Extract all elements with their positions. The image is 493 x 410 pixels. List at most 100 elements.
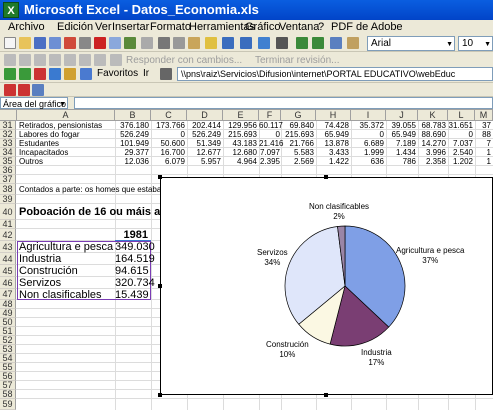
favorites-button[interactable]: Favoritos [97,68,138,79]
reviewing-icon[interactable] [4,54,16,66]
formula-input[interactable] [74,97,493,109]
autosum-icon[interactable] [276,37,288,49]
permission-icon[interactable] [49,37,61,49]
column-header[interactable]: H [316,110,351,121]
label-construcion: Construción 10% [266,340,309,359]
font-select[interactable]: Arial ▼ [367,36,455,51]
name-box[interactable]: Área del gráfico ▼ [0,97,68,109]
column-header[interactable]: C [151,110,187,121]
chart-area[interactable]: Non clasificables 2% Agricultura e pesca 3… [160,177,493,395]
font-size-select[interactable]: 10 ▼ [458,36,493,51]
show-comment-icon[interactable] [49,54,61,66]
row-label: Labores do fogar [19,130,80,139]
column-header[interactable]: G [281,110,316,121]
reply-with-changes-button[interactable]: Responder con cambios... [126,55,242,66]
row-header[interactable]: 58 [0,390,16,399]
sort-ascending-icon[interactable] [296,37,308,49]
print-icon[interactable] [79,37,91,49]
prev-comment-icon[interactable] [34,54,46,66]
send-review-icon[interactable] [110,54,122,66]
next-comment-icon[interactable] [19,54,31,66]
show-web-toolbar-icon[interactable] [160,68,172,80]
column-header[interactable]: M [475,110,493,121]
search-web-icon[interactable] [80,68,92,80]
column-header[interactable]: D [187,110,223,121]
format-painter-icon[interactable] [205,37,217,49]
row-label: Retirados, pensionistas [19,121,103,130]
column-header[interactable]: I [351,110,386,121]
paste-icon[interactable] [188,37,200,49]
print-preview-icon[interactable] [109,37,121,49]
label-agricultura: Agricultura e pesca 37% [396,246,465,265]
standard-toolbar: Arial ▼ 10 ▼ [0,35,493,52]
spelling-icon[interactable] [124,37,136,49]
row-header[interactable]: 46 [0,277,16,289]
row-header[interactable]: 44 [0,253,16,265]
redo-icon[interactable] [240,37,252,49]
column-header[interactable]: E [223,110,259,121]
email-icon[interactable] [64,37,76,49]
menu-help[interactable]: ? [318,21,324,33]
save-icon[interactable] [34,37,46,49]
column-header[interactable]: F [259,110,281,121]
end-review-button[interactable]: Terminar revisión... [255,55,339,66]
resize-handle[interactable] [324,175,328,179]
resize-handle[interactable] [158,284,162,288]
title-bar: X Microsoft Excel - Datos_Economia.xls [0,0,493,20]
resize-handle[interactable] [158,175,162,179]
home-icon[interactable] [64,68,76,80]
menu-grafico[interactable]: Gráfico [245,21,280,33]
row-header[interactable]: 45 [0,265,16,277]
back-icon[interactable] [4,68,16,80]
sort-descending-icon[interactable] [312,37,324,49]
go-button[interactable]: Ir [143,68,149,79]
excel-icon[interactable]: X [3,2,19,18]
row-label: Estudantes [19,139,60,148]
label-industria: Industria 17% [361,348,392,367]
menu-archivo[interactable]: Archivo [8,21,45,33]
label-non-clasificables: Non clasificables 2% [309,202,370,221]
column-header[interactable]: K [418,110,448,121]
cut-icon[interactable] [158,37,170,49]
chevron-down-icon: ▼ [446,41,453,48]
research-icon[interactable] [141,37,153,49]
column-header[interactable]: J [386,110,418,121]
chart-wizard-icon[interactable] [330,37,342,49]
open-icon[interactable] [19,37,31,49]
new-icon[interactable] [4,37,16,49]
data-table-icon[interactable] [32,84,44,96]
row-header[interactable]: 42 [0,229,16,241]
column-header[interactable]: L [448,110,475,121]
row-header[interactable]: 37 [0,175,16,184]
menu-formato[interactable]: Formato [150,21,191,33]
address-field[interactable]: \\pns\raiz\Servicios\Difusion\internet\P… [177,67,493,81]
hyperlink-icon[interactable] [258,37,270,49]
delete-comment-icon[interactable] [79,54,91,66]
chart-type-icon[interactable] [4,84,16,96]
resize-handle[interactable] [158,393,162,397]
refresh-icon[interactable] [49,68,61,80]
menu-ver[interactable]: Ver [95,21,112,33]
row-header[interactable]: 41 [0,220,16,229]
resize-handle[interactable] [324,393,328,397]
legend-icon[interactable] [18,84,30,96]
show-all-comments-icon[interactable] [64,54,76,66]
forward-icon[interactable] [19,68,31,80]
row-header[interactable]: 39 [0,195,16,204]
menu-insertar[interactable]: Insertar [112,21,149,33]
row-header[interactable]: 40 [0,204,16,220]
pdf-icon[interactable] [94,37,106,49]
row-header[interactable]: 59 [0,399,16,410]
copy-icon[interactable] [173,37,185,49]
drawing-icon[interactable] [347,37,359,49]
column-header[interactable]: A [17,110,115,121]
chevron-down-icon: ▼ [484,41,491,48]
undo-icon[interactable] [222,37,234,49]
stop-icon[interactable] [34,68,46,80]
menu-ventana[interactable]: Ventana [279,21,319,33]
menu-edicion[interactable]: Edición [57,21,93,33]
row-header[interactable]: 43 [0,241,16,253]
track-changes-icon[interactable] [94,54,106,66]
menu-pdf[interactable]: PDF de Adobe [331,21,403,33]
column-header[interactable]: B [115,110,151,121]
